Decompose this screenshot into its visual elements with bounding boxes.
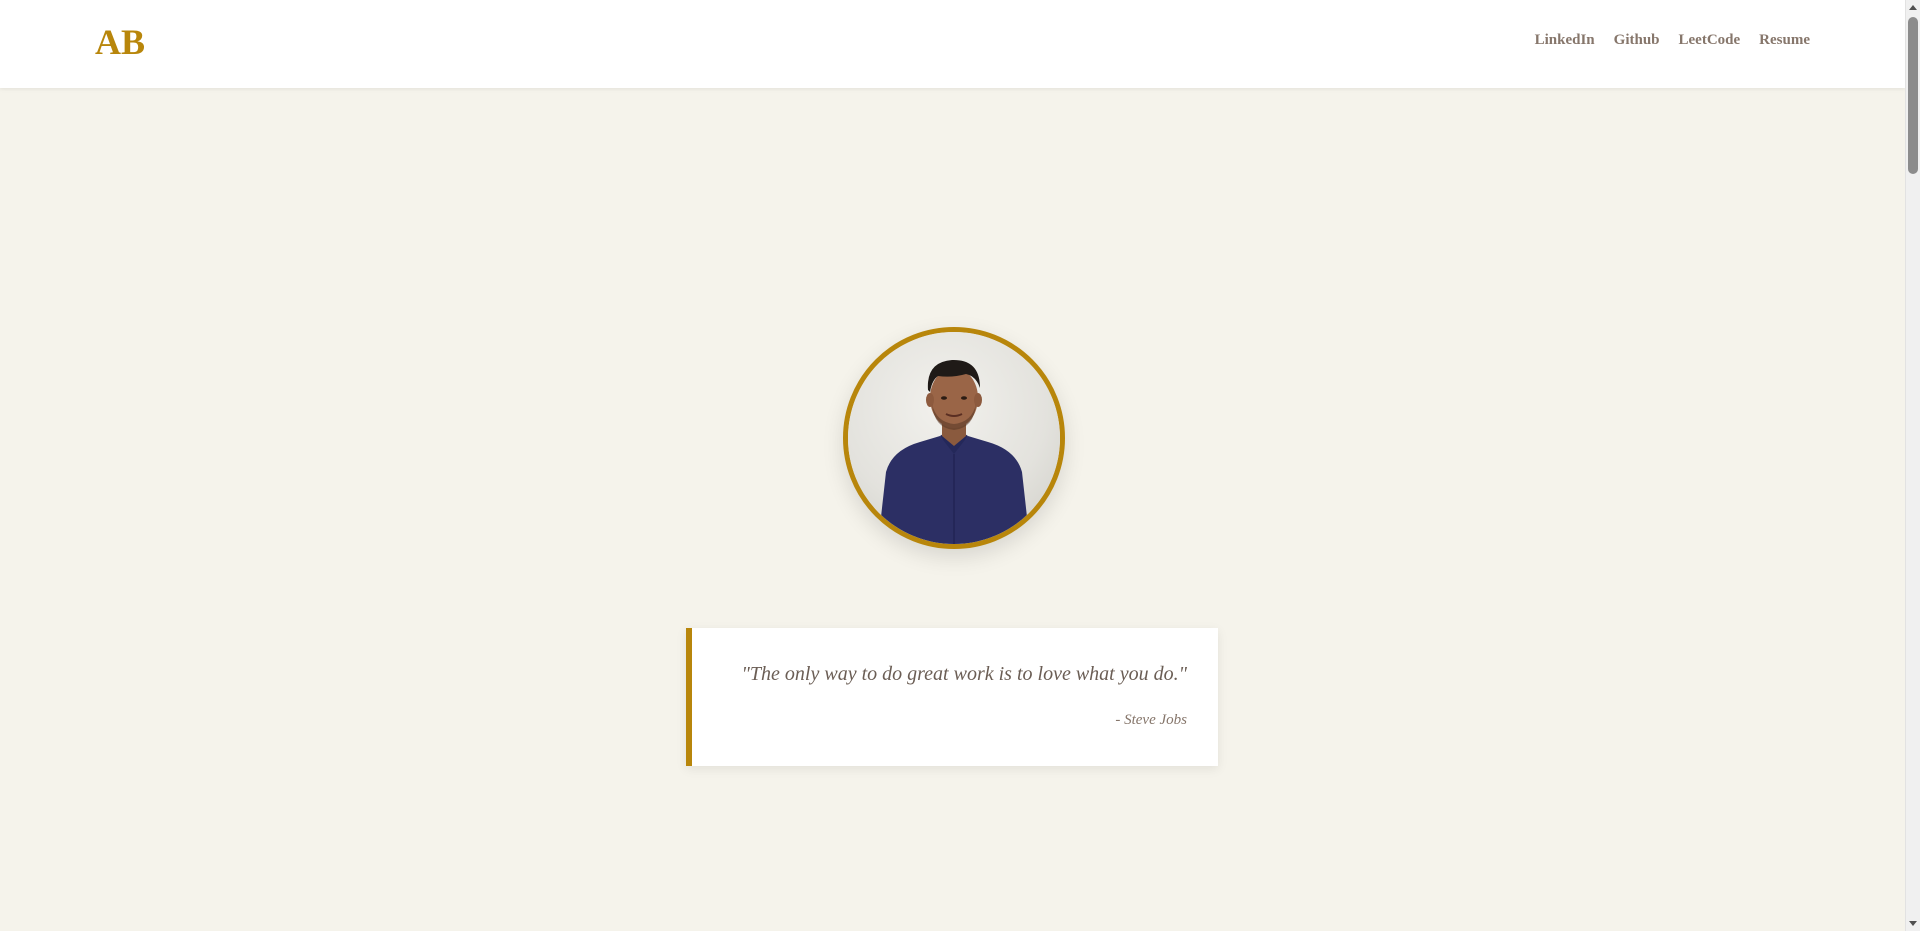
profile-photo-illustration [848, 332, 1060, 544]
scroll-up-arrow-icon[interactable] [1909, 5, 1917, 10]
nav-link-github[interactable]: Github [1614, 32, 1660, 49]
navbar: AB LinkedIn Github LeetCode Resume [0, 0, 1905, 88]
nav-link-resume[interactable]: Resume [1759, 32, 1810, 49]
quote-text: "The only way to do great work is to lov… [741, 663, 1187, 685]
profile-photo [843, 327, 1065, 549]
nav-link-linkedin[interactable]: LinkedIn [1535, 32, 1595, 49]
quote-card: "The only way to do great work is to lov… [686, 628, 1218, 766]
page-scrollbar[interactable] [1905, 0, 1920, 931]
scroll-down-arrow-icon[interactable] [1909, 921, 1917, 926]
site-logo[interactable]: AB [95, 20, 145, 64]
page: AB LinkedIn Github LeetCode Resume "The … [0, 0, 1920, 931]
scroll-thumb[interactable] [1908, 17, 1918, 174]
nav-link-leetcode[interactable]: LeetCode [1679, 32, 1741, 49]
quote-author: - Steve Jobs [1115, 712, 1187, 728]
nav-links: LinkedIn Github LeetCode Resume [1535, 32, 1810, 49]
